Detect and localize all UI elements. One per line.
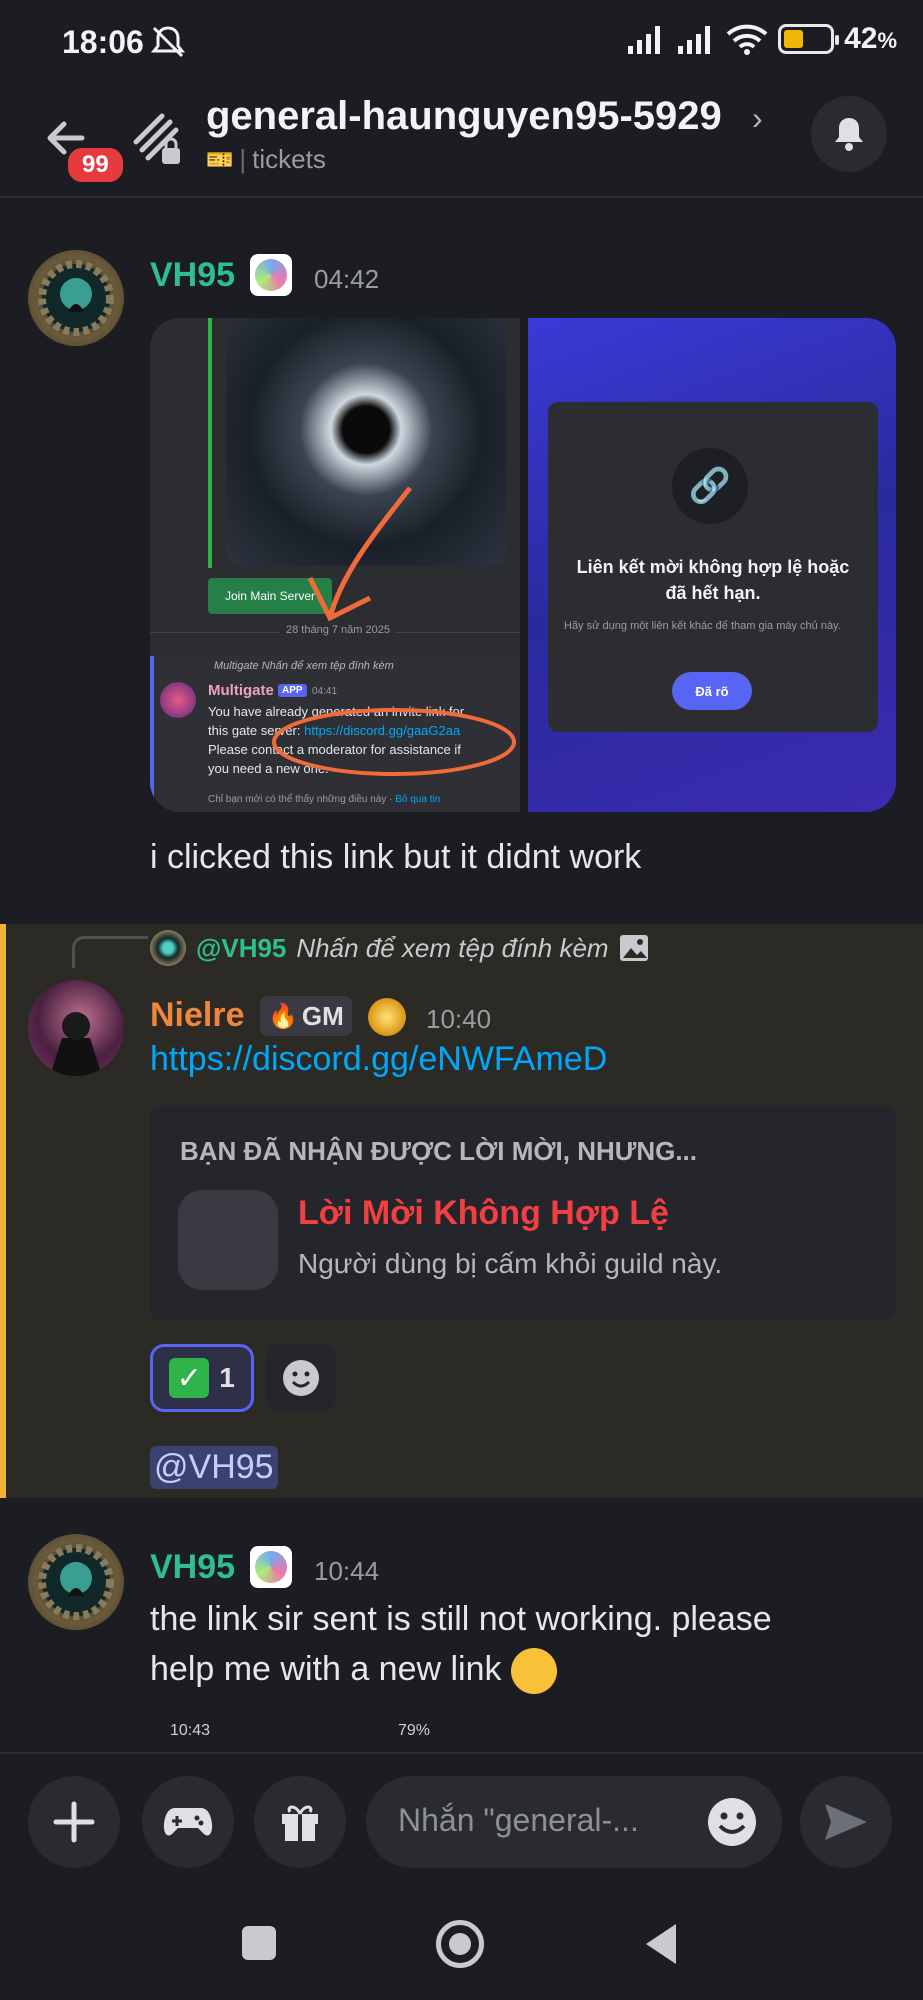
attachment-image-1[interactable]: Join Main Server 28 tháng 7 năm 2025 Mul… <box>150 318 520 812</box>
reply-connector <box>72 936 148 968</box>
bot-avatar <box>160 682 196 718</box>
back-button[interactable] <box>646 1924 676 1964</box>
wifi-icon <box>726 24 768 55</box>
link-icon: 🔗 <box>672 448 748 524</box>
bot-name: Multigate <box>208 682 274 699</box>
threads-icon <box>133 113 180 164</box>
invite-link[interactable]: https://discord.gg/eNWFAmeD <box>150 1040 607 1079</box>
ticket-icon: 🎫 <box>206 146 234 172</box>
message-time: 10:44 <box>314 1556 380 1586</box>
invite-embed: BẠN ĐÃ NHẬN ĐƯỢC LỜI MỜI, NHƯNG... Lời M… <box>150 1106 896 1320</box>
send-button[interactable] <box>800 1776 892 1868</box>
pleading-face-icon <box>510 1648 557 1695</box>
invite-subtitle: Người dùng bị cấm khỏi guild này. <box>298 1248 723 1279</box>
server-badge-icon <box>368 998 406 1036</box>
gamepad-icon <box>163 1808 213 1836</box>
recents-button[interactable] <box>242 1926 276 1960</box>
reply-text: Nhấn để xem tệp đính kèm <box>296 932 609 963</box>
message-time: 04:42 <box>314 264 380 294</box>
avatar-nielre[interactable] <box>28 980 124 1076</box>
message-text: the link sir sent is still not working. … <box>150 1594 772 1695</box>
avatar-image <box>50 1012 102 1076</box>
gift-icon <box>282 1805 318 1841</box>
signal-icon-2 <box>678 26 711 54</box>
emoji-icon <box>283 1360 319 1396</box>
cd-badge-icon <box>250 1546 292 1588</box>
channel-header: 99 general-haunguyen95-5929 › 🎫 | ticket… <box>0 88 923 198</box>
image-icon <box>619 935 648 961</box>
server-icon-placeholder <box>178 1190 278 1290</box>
date-divider: 28 tháng 7 năm 2025 <box>280 624 396 636</box>
invite-heading: BẠN ĐÃ NHẬN ĐƯỢC LỜI MỜI, NHƯNG... <box>180 1136 697 1166</box>
gift-button[interactable] <box>254 1776 346 1868</box>
reply-avatar <box>150 930 186 966</box>
message-composer: Nhắn "general-... <box>0 1752 923 1880</box>
bot-time: 04:41 <box>312 686 338 697</box>
avatar-vh95[interactable] <box>28 250 124 346</box>
chevron-right-icon[interactable]: › <box>752 100 763 137</box>
screenshot-preview[interactable]: 10:43 79% <box>150 1716 896 1752</box>
android-nav-bar <box>0 1890 923 2000</box>
reaction-count: 1 <box>219 1362 235 1393</box>
bot-app-tag: APP <box>278 684 307 697</box>
activities-button[interactable] <box>142 1776 234 1868</box>
da-ro-button: Đã rõ <box>672 672 752 710</box>
author-name[interactable]: Nielre <box>150 996 245 1035</box>
reaction-check[interactable]: ✓ 1 <box>150 1344 254 1412</box>
invalid-link-title: Liên kết mời không hợp lệ hoặc đã hết hạ… <box>576 557 850 603</box>
channel-title[interactable]: general-haunguyen95-5929 <box>206 94 722 139</box>
attach-button[interactable] <box>28 1776 120 1868</box>
avatar-image <box>38 1544 114 1620</box>
invite-title: Lời Mời Không Hợp Lệ <box>298 1194 669 1232</box>
reply-author: @VH95 <box>196 932 287 963</box>
signal-icon <box>628 26 661 54</box>
battery-percent: 42 <box>844 22 878 55</box>
unread-badge: 99 <box>64 144 127 186</box>
send-icon <box>825 1804 867 1840</box>
category-label: tickets <box>252 144 326 174</box>
author-name[interactable]: VH95 <box>150 256 235 295</box>
status-time: 18:06 <box>62 24 144 60</box>
invalid-link-subtitle: Hãy sử dụng một liên kết khác để tham gi… <box>564 620 841 632</box>
author-name[interactable]: VH95 <box>150 1548 235 1587</box>
channel-category: 🎫 | tickets <box>206 144 326 174</box>
arrow-annotation <box>307 486 412 622</box>
reply-reference[interactable]: @VH95 Nhấn để xem tệp đính kèm <box>150 930 649 966</box>
message-input[interactable]: Nhắn "general-... <box>366 1776 782 1868</box>
avatar-image <box>38 260 114 336</box>
image-attachments: Join Main Server 28 tháng 7 năm 2025 Mul… <box>150 318 896 812</box>
attachment-image-2[interactable]: 🔗 Liên kết mời không hợp lệ hoặc đã hết … <box>528 318 896 812</box>
flame-icon: 🔥 <box>268 1002 298 1030</box>
user-mention[interactable]: @VH95 <box>150 1446 278 1489</box>
add-reaction-button[interactable] <box>266 1344 336 1412</box>
message-time: 10:40 <box>426 1004 492 1034</box>
input-placeholder: Nhắn "general-... <box>398 1802 639 1838</box>
status-bar: 18:06 42% <box>62 22 897 60</box>
cd-badge-icon <box>250 254 292 296</box>
bell-icon <box>835 118 863 151</box>
avatar-vh95[interactable] <box>28 1534 124 1630</box>
message-text: i clicked this link but it didnt work <box>150 838 642 876</box>
check-icon: ✓ <box>169 1358 210 1398</box>
bell-muted-icon <box>150 26 186 58</box>
battery-icon <box>778 24 840 54</box>
role-tag: 🔥 GM <box>260 996 352 1036</box>
circle-annotation <box>272 708 516 776</box>
bot-ref: Multigate Nhấn để xem tệp đính kèm <box>214 660 394 672</box>
emoji-icon[interactable] <box>704 1794 760 1850</box>
home-button[interactable] <box>436 1920 484 1968</box>
notifications-button[interactable] <box>811 96 887 172</box>
plus-icon <box>53 1801 95 1843</box>
